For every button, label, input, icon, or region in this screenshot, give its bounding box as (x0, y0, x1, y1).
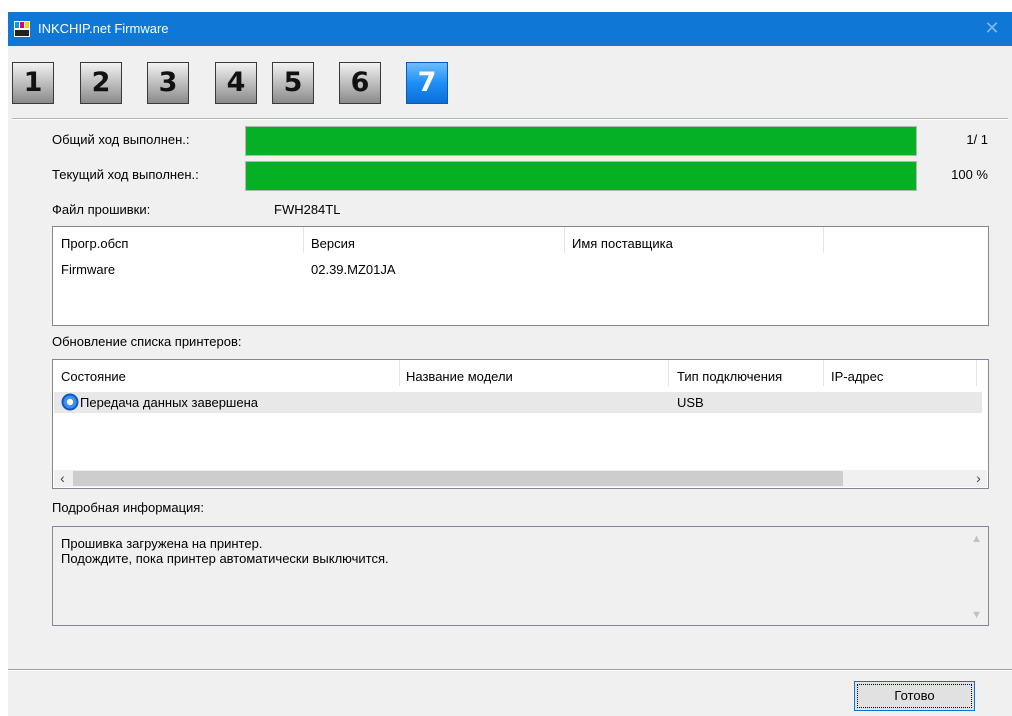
step-4-button[interactable]: 4 (215, 62, 257, 104)
app-icon (14, 21, 30, 37)
column-divider (976, 360, 977, 386)
firmware-file-label: Файл прошивки: (52, 202, 151, 217)
column-divider (668, 360, 669, 386)
window-title: INKCHIP.net Firmware (38, 21, 169, 36)
column-divider (399, 360, 400, 386)
overall-progress-fill (246, 127, 916, 155)
overall-progress-value: 1/ 1 (966, 132, 988, 147)
step-2-button[interactable]: 2 (80, 62, 122, 104)
current-progress-label: Текущий ход выполнен.: (52, 167, 199, 182)
column-header-connection[interactable]: Тип подключения (677, 369, 782, 384)
cell-status: Передача данных завершена (80, 395, 259, 410)
column-header-version[interactable]: Версия (311, 236, 355, 251)
cell-version: 02.39.MZ01JA (311, 262, 396, 277)
details-label: Подробная информация: (52, 500, 204, 515)
scrollbar-thumb[interactable] (73, 471, 843, 486)
scroll-down-icon[interactable]: ▼ (971, 609, 982, 621)
column-header-model[interactable]: Название модели (406, 369, 513, 384)
status-info-icon (61, 393, 79, 411)
overall-progress-label: Общий ход выполнен.: (52, 132, 190, 147)
details-textbox[interactable]: Прошивка загружена на принтер. Подождите… (52, 526, 989, 626)
scroll-right-icon[interactable]: › (970, 470, 987, 487)
done-button[interactable]: Готово (854, 681, 975, 711)
close-icon[interactable]: ✕ (972, 12, 1012, 46)
current-progress-fill (246, 162, 916, 190)
horizontal-scrollbar[interactable]: ‹ › (54, 470, 987, 487)
details-text: Прошивка загружена на принтер. Подождите… (61, 536, 389, 566)
scroll-up-icon[interactable]: ▲ (971, 533, 982, 545)
column-divider (303, 227, 304, 253)
steps-divider (12, 118, 1008, 119)
scroll-left-icon[interactable]: ‹ (54, 470, 71, 487)
column-header-ip[interactable]: IP-адрес (831, 369, 883, 384)
step-5-button[interactable]: 5 (272, 62, 314, 104)
step-6-button[interactable]: 6 (339, 62, 381, 104)
current-progress-bar (245, 161, 917, 191)
printer-list-label: Обновление списка принтеров: (52, 334, 242, 349)
cell-software: Firmware (61, 262, 116, 277)
step-1-button[interactable]: 1 (12, 62, 54, 104)
table-row[interactable]: Передача данных завершена USB (54, 392, 982, 413)
installer-window: INKCHIP.net Firmware ✕ 1 2 3 4 5 6 7 Общ… (8, 12, 1012, 716)
printer-list-table[interactable]: Состояние Название модели Тип подключени… (52, 359, 989, 489)
step-3-button[interactable]: 3 (147, 62, 189, 104)
firmware-file-value: FWH284TL (274, 202, 341, 217)
overall-progress-bar (245, 126, 917, 156)
column-divider (823, 227, 824, 253)
column-divider (823, 360, 824, 386)
title-bar: INKCHIP.net Firmware ✕ (8, 12, 1012, 46)
current-progress-value: 100 % (951, 167, 988, 182)
column-header-status[interactable]: Состояние (61, 369, 126, 384)
cell-connection: USB (677, 395, 704, 410)
footer-divider (8, 669, 1012, 670)
column-divider (564, 227, 565, 253)
column-header-vendor[interactable]: Имя поставщика (572, 236, 673, 251)
step-7-button[interactable]: 7 (406, 62, 448, 104)
details-line: Подождите, пока принтер автоматически вы… (61, 551, 389, 566)
firmware-table[interactable]: Прогр.обсп Версия Имя поставщика Firmwar… (52, 226, 989, 326)
column-header-software[interactable]: Прогр.обсп (61, 236, 128, 251)
details-line: Прошивка загружена на принтер. (61, 536, 263, 551)
